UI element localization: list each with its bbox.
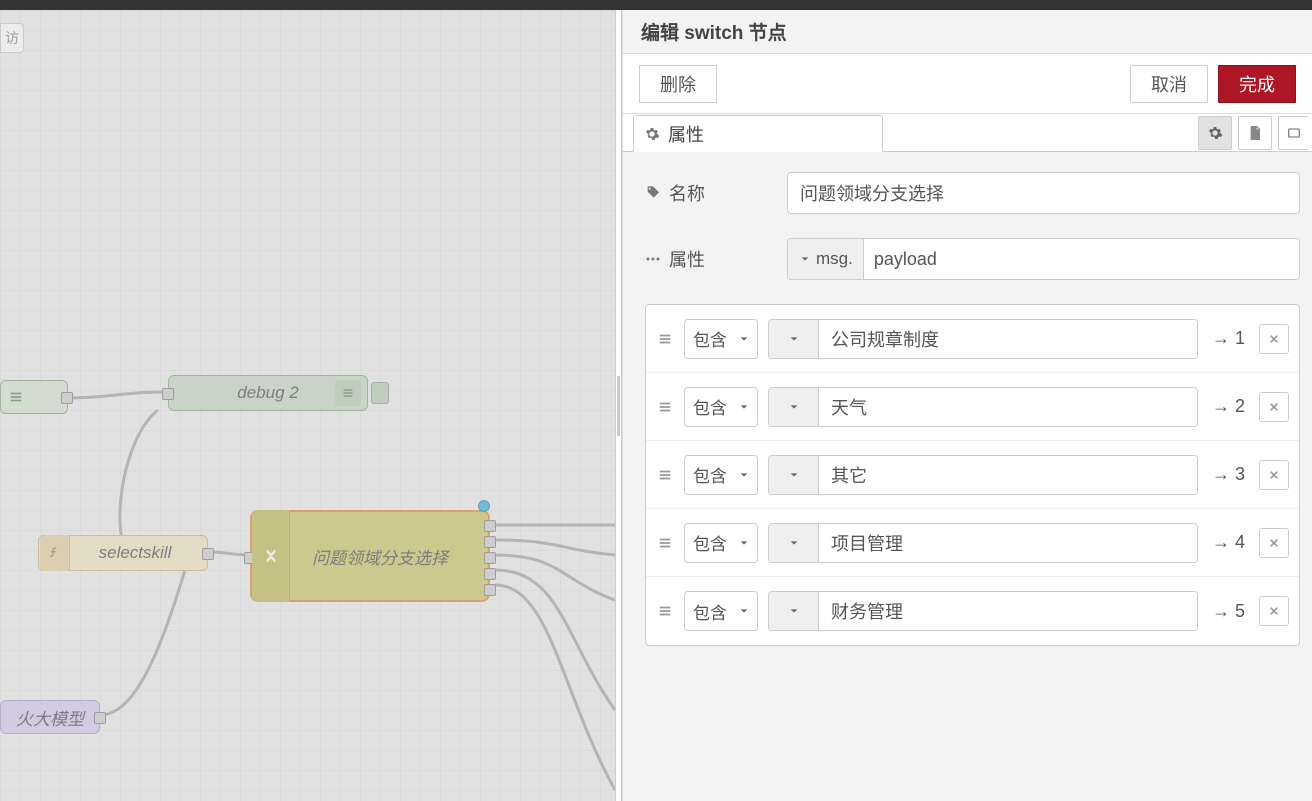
property-type-select[interactable]: msg. [788, 239, 864, 279]
bars-icon [9, 390, 23, 404]
property-value-input[interactable] [864, 239, 1299, 279]
panel-title: 编辑 switch 节点 [641, 18, 787, 45]
property-label: 属性 [645, 246, 775, 272]
rule-output-label: → 3 [1208, 464, 1249, 485]
rule-operator-select[interactable]: 包含 [684, 319, 758, 359]
rule-output-label: → 2 [1208, 396, 1249, 417]
partial-node-top-left: 访 [0, 23, 24, 53]
rule-value-type-select[interactable] [769, 524, 819, 562]
panel-tabs: 属性 [623, 114, 1312, 152]
rule-value-wrap [768, 455, 1198, 495]
panel-actions: 删除 取消 完成 [623, 54, 1312, 114]
rule-output-label: → 4 [1208, 532, 1249, 553]
property-input-wrap: msg. [787, 238, 1300, 280]
rule-row: 包含 → 3 [646, 441, 1299, 509]
rule-value-input[interactable] [819, 592, 1197, 630]
node-purple-label: 火大模型 [16, 705, 84, 730]
node-debug[interactable]: debug 2 [168, 375, 368, 411]
delete-button[interactable]: 删除 [639, 65, 717, 103]
drag-handle-icon[interactable] [656, 604, 674, 618]
rule-value-wrap [768, 523, 1198, 563]
top-bar [0, 0, 1312, 10]
rules-list: 包含 → 1 包含 [645, 304, 1300, 646]
dots-icon [645, 256, 661, 262]
node-purple-model[interactable]: 火大模型 [0, 700, 100, 734]
rule-value-input[interactable] [819, 524, 1197, 562]
rule-output-label: → 5 [1208, 601, 1249, 622]
switch-icon [252, 510, 290, 602]
partial-node-label: 访 [5, 28, 19, 48]
node-partial-green[interactable] [0, 380, 68, 414]
function-icon [40, 535, 70, 571]
drag-handle-icon[interactable] [656, 400, 674, 414]
rule-value-input[interactable] [819, 388, 1197, 426]
property-label-text: 属性 [669, 246, 705, 272]
property-type-label: msg. [816, 249, 853, 269]
node-debug-label: debug 2 [237, 383, 298, 403]
rule-operator-select[interactable]: 包含 [684, 591, 758, 631]
drag-handle-icon[interactable] [656, 536, 674, 550]
name-input[interactable] [787, 172, 1300, 214]
rule-delete-button[interactable] [1259, 528, 1289, 558]
panel-header: 编辑 switch 节点 [623, 10, 1312, 54]
tab-properties[interactable]: 属性 [633, 115, 883, 152]
bars-icon [342, 387, 354, 399]
rule-value-type-select[interactable] [769, 320, 819, 358]
rule-operator-label: 包含 [693, 462, 727, 487]
rule-operator-label: 包含 [693, 326, 727, 351]
panel-body: 名称 属性 msg. [623, 152, 1312, 646]
rule-row: 包含 → 4 [646, 509, 1299, 577]
tab-icon-description[interactable] [1238, 116, 1272, 150]
rule-value-wrap [768, 387, 1198, 427]
rule-row: 包含 → 1 [646, 305, 1299, 373]
tab-properties-label: 属性 [668, 121, 704, 147]
tag-icon [645, 185, 661, 201]
rule-value-input[interactable] [819, 320, 1197, 358]
rule-output-label: → 1 [1208, 328, 1249, 349]
rule-delete-button[interactable] [1259, 324, 1289, 354]
cancel-button[interactable]: 取消 [1130, 65, 1208, 103]
chev-down-icon [800, 254, 810, 264]
gear-icon [644, 126, 660, 142]
panel-resize-handle[interactable] [615, 10, 622, 801]
rule-operator-select[interactable]: 包含 [684, 387, 758, 427]
rule-operator-label: 包含 [693, 394, 727, 419]
rule-delete-button[interactable] [1259, 392, 1289, 422]
rule-value-wrap [768, 319, 1198, 359]
tab-icon-appearance[interactable] [1278, 116, 1308, 150]
rule-operator-select[interactable]: 包含 [684, 523, 758, 563]
rule-value-input[interactable] [819, 456, 1197, 494]
rule-row: 包含 → 5 [646, 577, 1299, 645]
rule-delete-button[interactable] [1259, 460, 1289, 490]
edit-panel: 编辑 switch 节点 删除 取消 完成 属性 [622, 10, 1312, 801]
done-button[interactable]: 完成 [1218, 65, 1296, 103]
flow-canvas[interactable]: 访 debug 2 selectskill [0, 10, 615, 801]
drag-handle-icon[interactable] [656, 468, 674, 482]
rule-delete-button[interactable] [1259, 596, 1289, 626]
rule-value-type-select[interactable] [769, 592, 819, 630]
rule-operator-select[interactable]: 包含 [684, 455, 758, 495]
rule-operator-label: 包含 [693, 530, 727, 555]
node-selectskill-label: selectskill [99, 543, 172, 563]
node-switch-label: 问题领域分支选择 [312, 544, 448, 569]
drag-handle-icon[interactable] [656, 332, 674, 346]
name-label: 名称 [645, 180, 775, 206]
tab-icon-settings[interactable] [1198, 116, 1232, 150]
rule-value-type-select[interactable] [769, 456, 819, 494]
rule-value-wrap [768, 591, 1198, 631]
name-label-text: 名称 [669, 180, 705, 206]
rule-operator-label: 包含 [693, 599, 727, 624]
rule-value-type-select[interactable] [769, 388, 819, 426]
rule-row: 包含 → 2 [646, 373, 1299, 441]
